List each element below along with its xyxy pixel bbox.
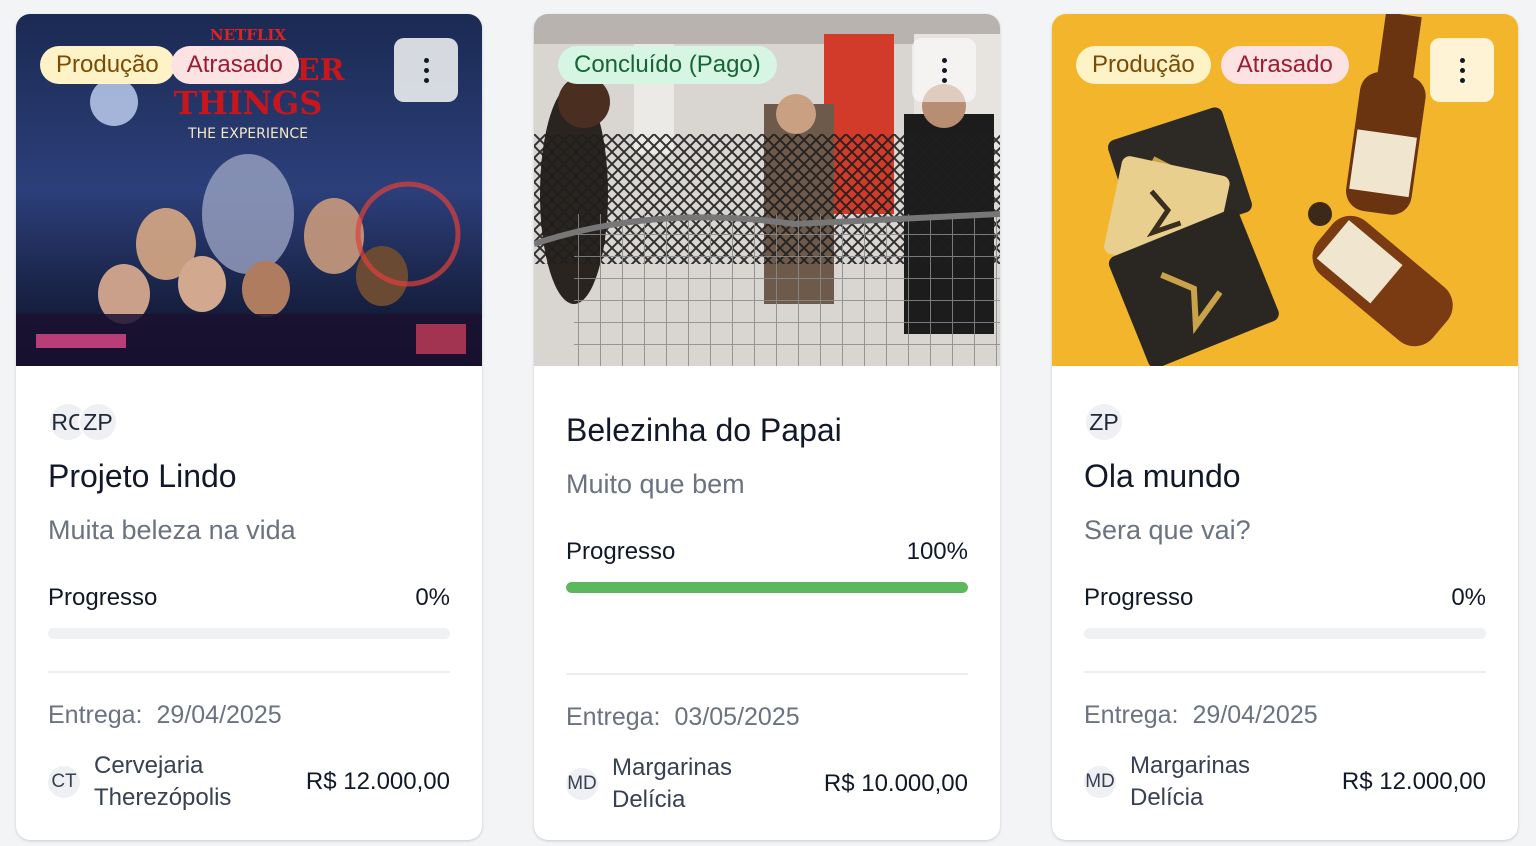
more-vertical-icon <box>1459 57 1465 83</box>
delivery-date: 29/04/2025 <box>1192 701 1318 729</box>
status-badge-production: Produção <box>40 46 175 84</box>
status-badge-late: Atrasado <box>1220 46 1349 84</box>
client-avatar: MD <box>1084 766 1116 798</box>
avatar: ZP <box>78 402 118 442</box>
client-row: MD Margarinas Delícia R$ 12.000,00 <box>1084 750 1486 814</box>
progress-label: Progresso <box>1084 584 1194 611</box>
delivery-info: Entrega: 29/04/2025 <box>1084 701 1486 730</box>
progress-header: Progresso 100% <box>566 538 968 566</box>
svg-text:THE EXPERIENCE: THE EXPERIENCE <box>187 126 308 142</box>
more-vertical-icon <box>941 57 947 83</box>
status-badge-done: Concluído (Pago) <box>558 46 777 84</box>
progress-label: Progresso <box>566 538 676 565</box>
progress-percent: 100% <box>906 538 968 565</box>
project-description: Muita beleza na vida <box>48 515 296 545</box>
card-menu-button[interactable] <box>394 38 458 102</box>
project-description: Muito que bem <box>566 469 745 499</box>
client-name: Margarinas Delícia <box>1130 752 1251 811</box>
divider <box>566 673 968 675</box>
client-avatar: CT <box>48 766 80 798</box>
delivery-label: Entrega: <box>48 701 143 729</box>
delivery-info: Entrega: 29/04/2025 <box>48 701 450 730</box>
progress-bar-fill <box>566 582 968 593</box>
progress-label: Progresso <box>48 584 158 611</box>
status-badges: Produção Atrasado <box>1076 46 1349 84</box>
progress-bar <box>566 582 968 593</box>
team-avatars: RC ZP <box>48 402 450 444</box>
client-avatar: MD <box>566 768 598 800</box>
project-title: Projeto Lindo <box>48 458 237 494</box>
divider <box>48 671 450 673</box>
svg-text:THINGS: THINGS <box>174 84 323 122</box>
progress-bar <box>1084 628 1486 639</box>
status-badges: Produção Atrasado <box>40 46 299 84</box>
team-avatars: ZP <box>1084 402 1486 444</box>
status-badge-production: Produção <box>1076 46 1211 84</box>
client-name: Cervejaria Therezópolis <box>94 752 232 811</box>
card-menu-button[interactable] <box>912 38 976 102</box>
status-badges: Concluído (Pago) <box>558 46 777 84</box>
project-price: R$ 12.000,00 <box>1341 768 1486 795</box>
progress-percent: 0% <box>1451 584 1486 611</box>
delivery-label: Entrega: <box>1084 701 1179 729</box>
project-price: R$ 12.000,00 <box>305 768 450 795</box>
project-title: Belezinha do Papai <box>566 412 842 448</box>
card-menu-button[interactable] <box>1430 38 1494 102</box>
project-card[interactable]: Concluído (Pago) Belezinha do Papai Muit… <box>534 14 1000 840</box>
project-card[interactable]: NETFLIX STRANGER THINGS THE EXPERIENCE P… <box>16 14 482 840</box>
svg-text:NETFLIX: NETFLIX <box>210 26 287 44</box>
client-row: MD Margarinas Delícia R$ 10.000,00 <box>566 752 968 816</box>
avatar: ZP <box>1084 402 1124 442</box>
project-description: Sera que vai? <box>1084 515 1251 545</box>
client-name: Margarinas Delícia <box>612 754 733 813</box>
project-card[interactable]: Produção Atrasado ZP Ola mundo Sera que … <box>1052 14 1518 840</box>
more-vertical-icon <box>423 57 429 83</box>
delivery-label: Entrega: <box>566 703 661 731</box>
progress-bar <box>48 628 450 639</box>
divider <box>1084 671 1486 673</box>
delivery-date: 03/05/2025 <box>674 703 800 731</box>
progress-percent: 0% <box>415 584 450 611</box>
client-row: CT Cervejaria Therezópolis R$ 12.000,00 <box>48 750 450 814</box>
progress-header: Progresso 0% <box>1084 584 1486 612</box>
project-title: Ola mundo <box>1084 458 1241 494</box>
delivery-date: 29/04/2025 <box>156 701 282 729</box>
project-cover-image: NETFLIX STRANGER THINGS THE EXPERIENCE P… <box>16 14 482 366</box>
project-cover-image: Produção Atrasado <box>1052 14 1518 366</box>
delivery-info: Entrega: 03/05/2025 <box>566 703 968 732</box>
project-price: R$ 10.000,00 <box>823 770 968 797</box>
status-badge-late: Atrasado <box>170 46 299 84</box>
project-cover-image: Concluído (Pago) <box>534 14 1000 366</box>
progress-header: Progresso 0% <box>48 584 450 612</box>
